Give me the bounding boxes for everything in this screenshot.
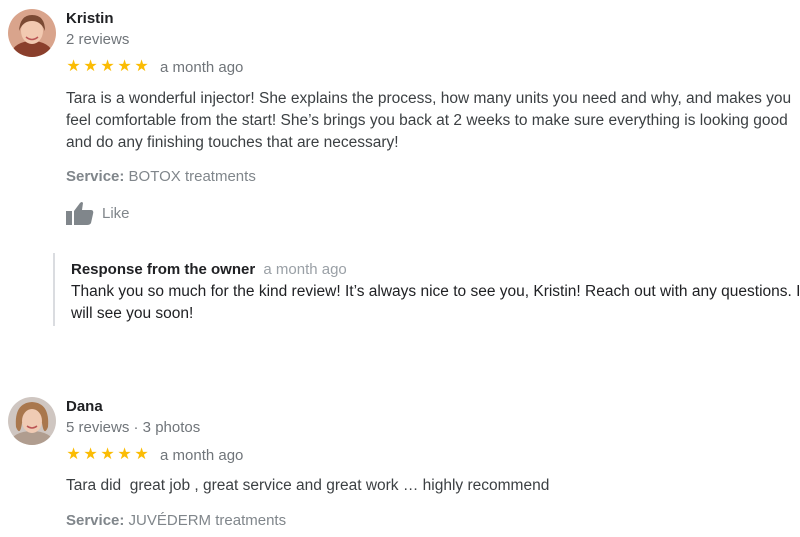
reviewer-avatar[interactable] (8, 397, 56, 445)
like-label: Like (102, 204, 130, 222)
service-value: JUVÉDERM treatments (128, 512, 287, 529)
reviewer-photo-icon (8, 9, 56, 57)
service-value: BOTOX treatments (128, 168, 256, 185)
reviewer-meta[interactable]: 2 reviews (66, 31, 129, 48)
owner-response: Response from the owner a month ago Than… (53, 253, 800, 326)
star-icon: ★ (83, 58, 98, 75)
star-icon: ★ (66, 446, 81, 463)
reviewer-avatar[interactable] (8, 9, 56, 57)
service-line: Service: JUVÉDERM treatments (66, 512, 286, 529)
review-card-kristin: Kristin 2 reviews ★ ★ ★ ★ ★ a month ago … (0, 0, 800, 340)
star-rating: ★ ★ ★ ★ ★ (66, 446, 149, 464)
star-icon: ★ (83, 446, 98, 463)
star-rating: ★ ★ ★ ★ ★ (66, 58, 149, 76)
owner-response-title: Response from the owner (71, 261, 256, 278)
service-label: Service: (66, 512, 125, 529)
review-text: Tara is a wonderful injector! She explai… (66, 90, 792, 151)
star-icon: ★ (134, 446, 149, 463)
service-label: Service: (66, 168, 125, 185)
reviewer-meta[interactable]: 5 reviews · 3 photos (66, 419, 200, 436)
review-text: Tara did great job , great service and g… (66, 477, 550, 494)
service-line: Service: BOTOX treatments (66, 168, 256, 185)
rating-row: ★ ★ ★ ★ ★ a month ago (66, 446, 243, 464)
reviewer-name[interactable]: Dana (66, 398, 103, 415)
reviewer-photo-icon (8, 397, 56, 445)
star-icon: ★ (134, 58, 149, 75)
thumbs-up-icon (66, 202, 94, 225)
owner-response-text: Thank you so much for the kind review! I… (71, 283, 800, 322)
star-icon: ★ (66, 58, 81, 75)
owner-response-header: Response from the owner a month ago (71, 253, 800, 278)
rating-row: ★ ★ ★ ★ ★ a month ago (66, 58, 243, 76)
reviewer-name[interactable]: Kristin (66, 10, 114, 27)
review-date: a month ago (160, 58, 244, 76)
review-date: a month ago (160, 446, 244, 464)
like-button[interactable]: Like (66, 201, 130, 225)
owner-response-date: a month ago (263, 261, 347, 278)
star-icon: ★ (117, 58, 132, 75)
star-icon: ★ (100, 58, 115, 75)
star-icon: ★ (117, 446, 132, 463)
review-card-dana: Dana 5 reviews · 3 photos ★ ★ ★ ★ ★ a mo… (0, 390, 800, 537)
star-icon: ★ (100, 446, 115, 463)
